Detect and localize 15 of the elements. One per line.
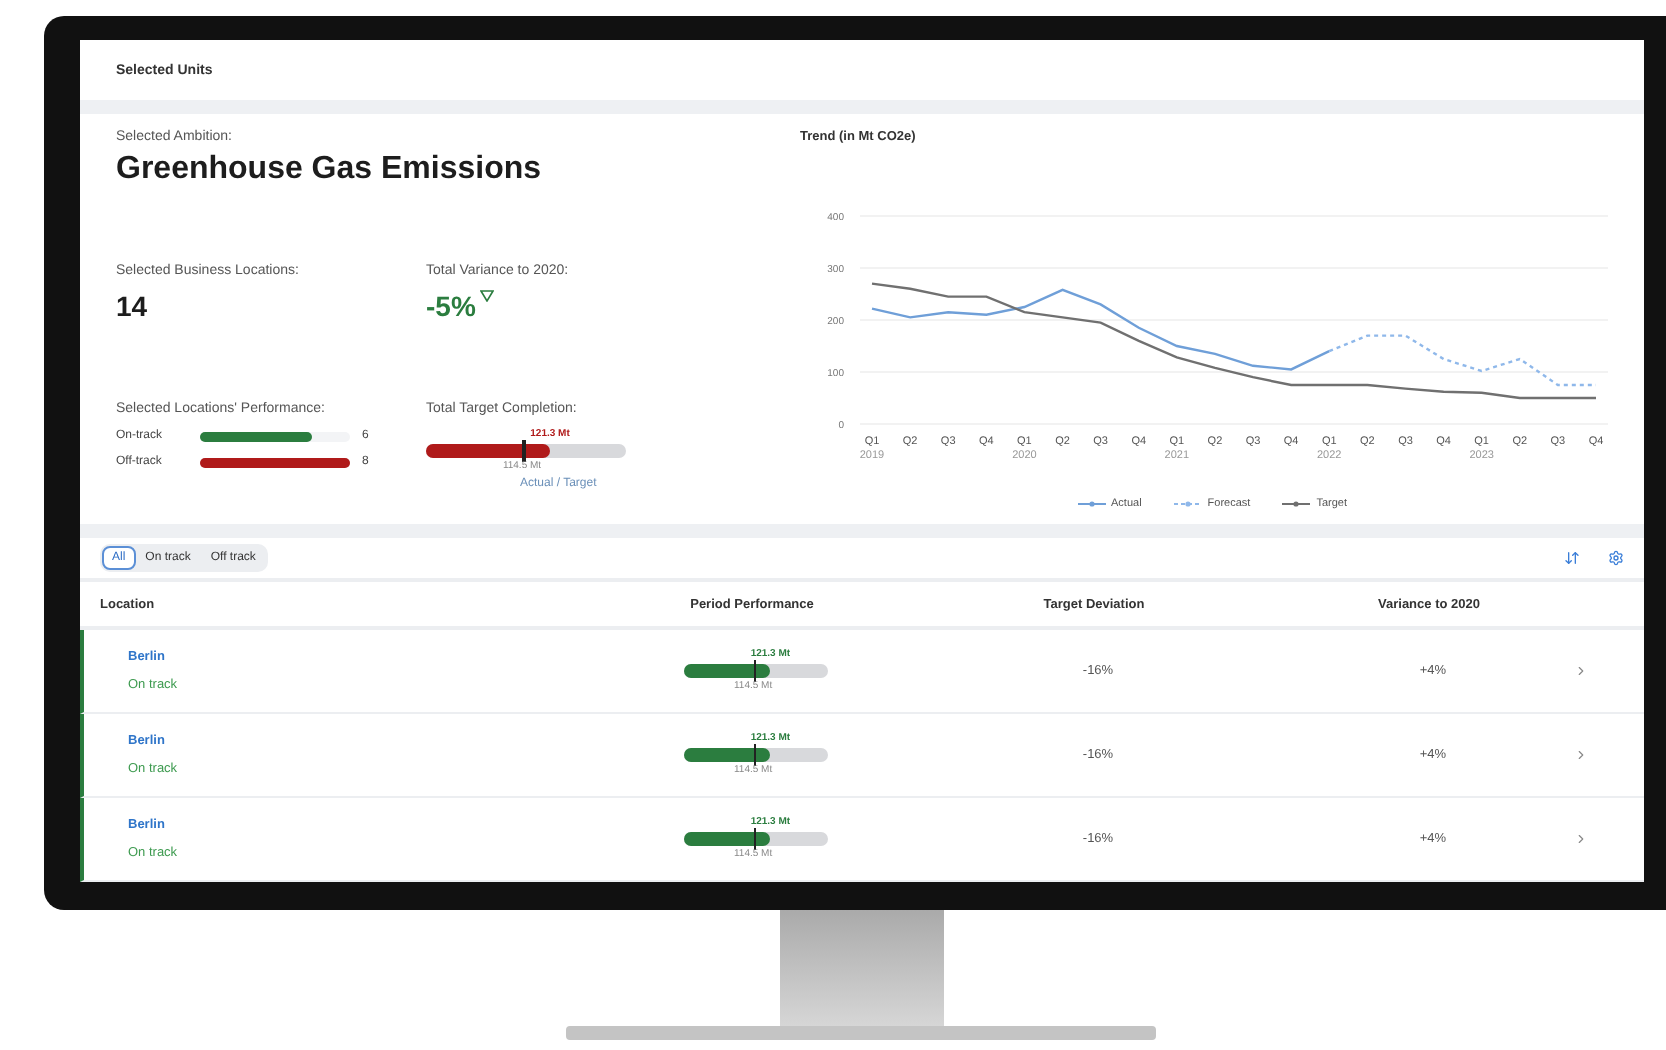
sort-icon[interactable] (1564, 550, 1580, 566)
performance-bar (684, 832, 828, 846)
kpi-value: -5% (426, 290, 476, 322)
chevron-right-icon (1574, 748, 1588, 762)
chevron-right-icon (1574, 664, 1588, 678)
legend-line-icon (1077, 500, 1105, 508)
triangle-down-icon (479, 290, 494, 302)
kpi-value: 14 (116, 290, 148, 322)
performance-bar (684, 664, 828, 678)
performance-bar (684, 748, 828, 762)
chevron-right-icon (1574, 832, 1588, 846)
legend-line-icon (1173, 500, 1202, 508)
ambition-title: Greenhouse Gas Emissions (116, 152, 544, 188)
legend-line-icon (1282, 500, 1311, 508)
settings-icon[interactable] (1608, 550, 1624, 566)
